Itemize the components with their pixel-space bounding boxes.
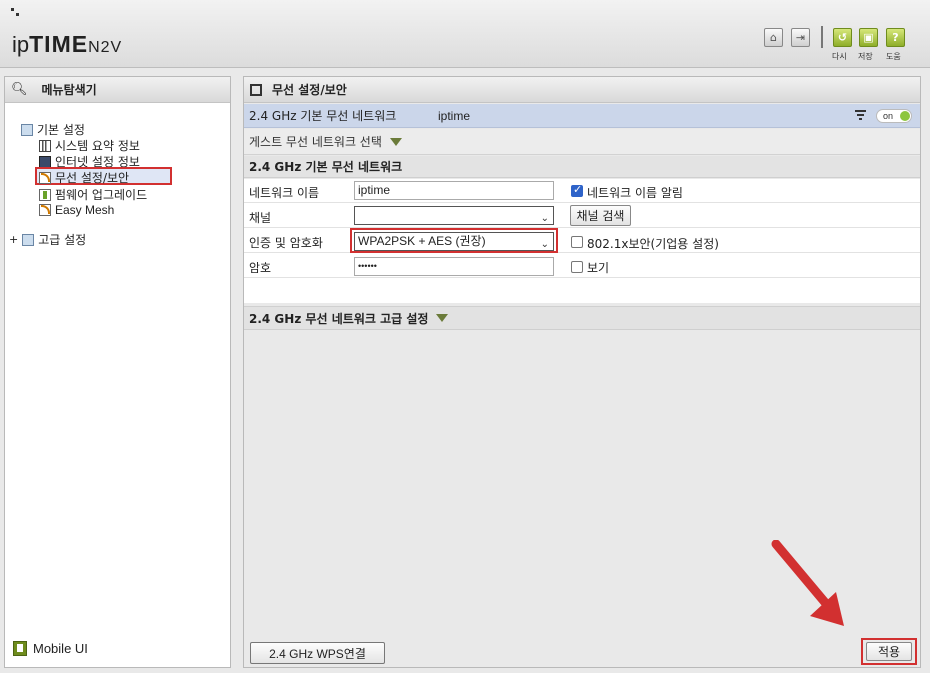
apply-highlight: 적용 bbox=[861, 638, 917, 665]
save-label: 저장 bbox=[858, 52, 873, 61]
channel-select[interactable]: ⌄ bbox=[354, 206, 554, 225]
form-row-channel: 채널 ⌄ 채널 검색 bbox=[244, 204, 920, 228]
show-password-label: 보기 bbox=[587, 261, 610, 275]
tree-item-label: 시스템 요약 정보 bbox=[55, 139, 140, 153]
triangle-down-icon bbox=[389, 137, 402, 146]
window-icon bbox=[250, 83, 262, 96]
channel-label: 채널 bbox=[249, 211, 272, 225]
guest-label: 게스트 무선 네트워크 선택 bbox=[249, 135, 382, 149]
header: ipTIMEN2V ⌂ ⇥ ↺ ▣ ? 다시 저장 도움 bbox=[0, 0, 930, 68]
toggle-label: on bbox=[883, 111, 894, 121]
help-icon[interactable]: ? bbox=[886, 28, 905, 47]
mobile-ui-label: Mobile UI bbox=[33, 641, 88, 656]
chevron-down-icon: ⌄ bbox=[540, 213, 549, 224]
show-password-checkbox[interactable] bbox=[571, 261, 583, 273]
red-arrow-annotation bbox=[771, 540, 844, 626]
tree-item-wireless-security[interactable]: 무선 설정/보안 bbox=[39, 169, 129, 186]
section-title: 2.4 GHz 기본 무선 네트워크 bbox=[249, 160, 403, 174]
mesh-icon bbox=[39, 204, 51, 216]
password-label: 암호 bbox=[249, 261, 272, 275]
network-label: 2.4 GHz 기본 무선 네트워크 bbox=[249, 109, 397, 123]
network-ssid: iptime bbox=[438, 108, 471, 123]
firmware-icon bbox=[39, 188, 51, 201]
form-row-password: 암호 •••••• 보기 bbox=[244, 254, 920, 278]
tree-basic-label: 기본 설정 bbox=[37, 123, 85, 137]
form-row-auth: 인증 및 암호화 WPA2PSK + AES (권장) ⌄ 802.1x보안(기업… bbox=[244, 229, 920, 253]
tree-item-firmware[interactable]: 펌웨어 업그레이드 bbox=[39, 186, 147, 203]
guest-network-selector[interactable]: 게스트 무선 네트워크 선택 bbox=[244, 129, 920, 155]
monitor-icon bbox=[39, 155, 51, 168]
iptime-logo: ipTIMEN2V bbox=[12, 31, 123, 57]
wifi-icon bbox=[39, 171, 51, 184]
broadcast-label: 네트워크 이름 알림 bbox=[587, 186, 683, 200]
auth-label: 인증 및 암호화 bbox=[249, 236, 323, 250]
apply-button[interactable]: 적용 bbox=[866, 642, 912, 661]
toggle-knob bbox=[900, 111, 910, 121]
wireless-form: 네트워크 이름 iptime 네트워크 이름 알림 채널 ⌄ 채널 검색 인증 … bbox=[244, 179, 920, 303]
filter-icon[interactable] bbox=[855, 110, 866, 121]
triangle-down-icon bbox=[436, 314, 449, 322]
tree-item-label: Easy Mesh bbox=[55, 203, 115, 217]
reload-icon[interactable]: ↺ bbox=[833, 28, 852, 47]
wireless-toggle[interactable]: on bbox=[876, 109, 912, 123]
menu-explorer-title: 메뉴탐색기 bbox=[41, 83, 97, 97]
menu-explorer-header: 🔍︎ 메뉴탐색기 bbox=[5, 77, 230, 103]
page-title: 무선 설정/보안 bbox=[272, 83, 347, 97]
wps-connect-button[interactable]: 2.4 GHz WPS연결 bbox=[250, 642, 385, 664]
chart-icon bbox=[39, 139, 51, 152]
channel-search-button[interactable]: 채널 검색 bbox=[570, 205, 631, 226]
magnifier-icon: 🔍︎ bbox=[11, 82, 28, 97]
folder-icon bbox=[21, 123, 33, 136]
broadcast-checkbox[interactable] bbox=[571, 183, 583, 197]
logo-mark bbox=[11, 8, 21, 18]
logout-icon[interactable]: ⇥ bbox=[791, 28, 810, 47]
home-icon[interactable]: ⌂ bbox=[764, 28, 783, 47]
form-row-name: 네트워크 이름 iptime 네트워크 이름 알림 bbox=[244, 179, 920, 203]
tree-advanced-settings[interactable]: + 고급 설정 bbox=[9, 231, 86, 248]
header-divider bbox=[821, 26, 823, 48]
network-name-label: 네트워크 이름 bbox=[249, 186, 320, 200]
advanced-title: 2.4 GHz 무선 네트워크 고급 설정 bbox=[249, 311, 429, 326]
menu-explorer-panel: 🔍︎ 메뉴탐색기 기본 설정 시스템 요약 정보 인터넷 설정 정보 무선 설정… bbox=[4, 76, 231, 668]
enterprise-checkbox[interactable] bbox=[571, 236, 583, 248]
expand-plus-icon[interactable]: + bbox=[9, 233, 18, 246]
advanced-settings-toggle[interactable]: 2.4 GHz 무선 네트워크 고급 설정 bbox=[244, 306, 920, 330]
help-label: 도움 bbox=[886, 52, 901, 61]
tree-basic-settings[interactable]: 기본 설정 bbox=[21, 121, 85, 138]
mobile-icon bbox=[13, 641, 27, 656]
reload-label: 다시 bbox=[832, 52, 847, 61]
auth-select-highlight bbox=[350, 228, 558, 253]
enterprise-label: 802.1x보안(기업용 설정) bbox=[587, 237, 719, 251]
tree-item-easy-mesh[interactable]: Easy Mesh bbox=[39, 203, 114, 217]
content-header: 무선 설정/보안 bbox=[244, 77, 920, 103]
section-header: 2.4 GHz 기본 무선 네트워크 bbox=[244, 156, 920, 178]
network-selector-bar[interactable]: 2.4 GHz 기본 무선 네트워크 iptime on bbox=[244, 104, 920, 128]
save-icon[interactable]: ▣ bbox=[859, 28, 878, 47]
folder-icon bbox=[22, 233, 35, 246]
tree-advanced-label: 고급 설정 bbox=[38, 233, 87, 247]
mobile-ui-link[interactable]: Mobile UI bbox=[13, 641, 88, 656]
network-name-input[interactable]: iptime bbox=[354, 181, 554, 200]
footer-bar: 2.4 GHz WPS연결 적용 bbox=[244, 635, 920, 667]
password-input[interactable]: •••••• bbox=[354, 257, 554, 276]
tree-item-label: 무선 설정/보안 bbox=[55, 171, 130, 185]
tree-item-label: 펌웨어 업그레이드 bbox=[55, 188, 148, 202]
tree-item-system-summary[interactable]: 시스템 요약 정보 bbox=[39, 137, 140, 154]
